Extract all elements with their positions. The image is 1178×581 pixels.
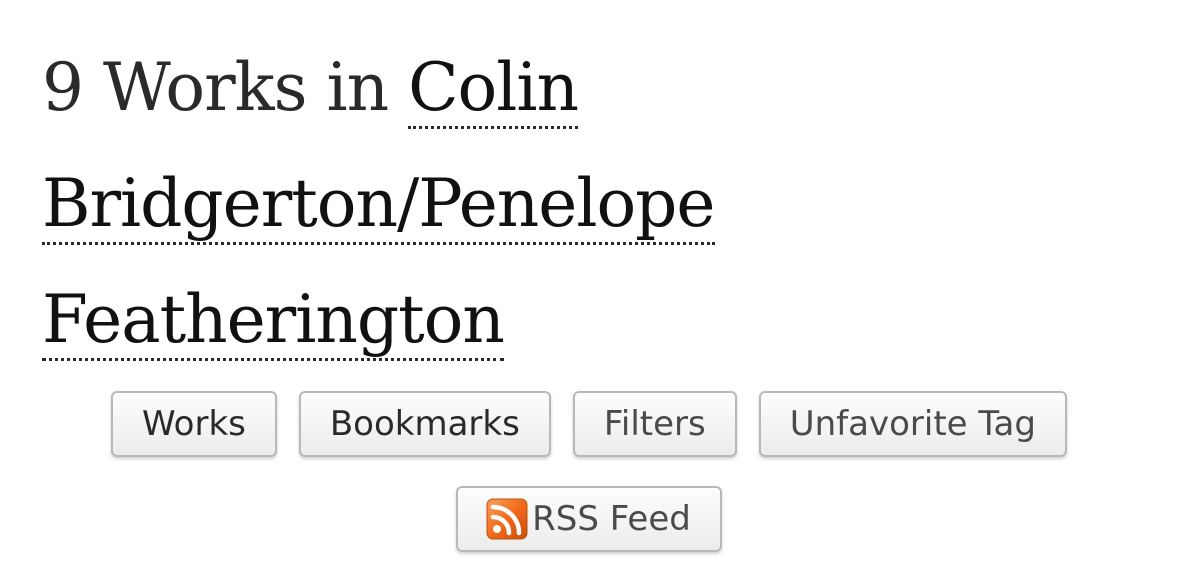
rss-item: RSS Feed [456,486,722,552]
filters-button[interactable]: Filters [572,391,737,457]
page-heading: 9 Works in Colin Bridgerton/Penelope Feath… [42,30,1142,378]
works-button[interactable]: Works [111,391,277,457]
tag-link-colin[interactable]: Colin [408,49,579,129]
rss-icon [486,498,528,540]
rss-feed-label: RSS Feed [532,499,691,539]
works-count-prefix: 9 Works in [42,49,409,126]
works-item: Works [111,391,277,457]
bookmarks-item: Bookmarks [298,391,551,457]
tag-actions-navigation: Works Bookmarks Filters Unfavorite Tag R… [0,391,1178,581]
unfavorite-item: Unfavorite Tag [758,391,1067,457]
filters-item: Filters [572,391,737,457]
unfavorite-tag-button[interactable]: Unfavorite Tag [758,391,1067,457]
tag-link-bridgerton-penelope[interactable]: Bridgerton/Penelope [42,165,715,245]
bookmarks-button[interactable]: Bookmarks [298,391,551,457]
rss-feed-button[interactable]: RSS Feed [456,486,722,552]
tag-link-featherington[interactable]: Featherington [42,281,505,361]
